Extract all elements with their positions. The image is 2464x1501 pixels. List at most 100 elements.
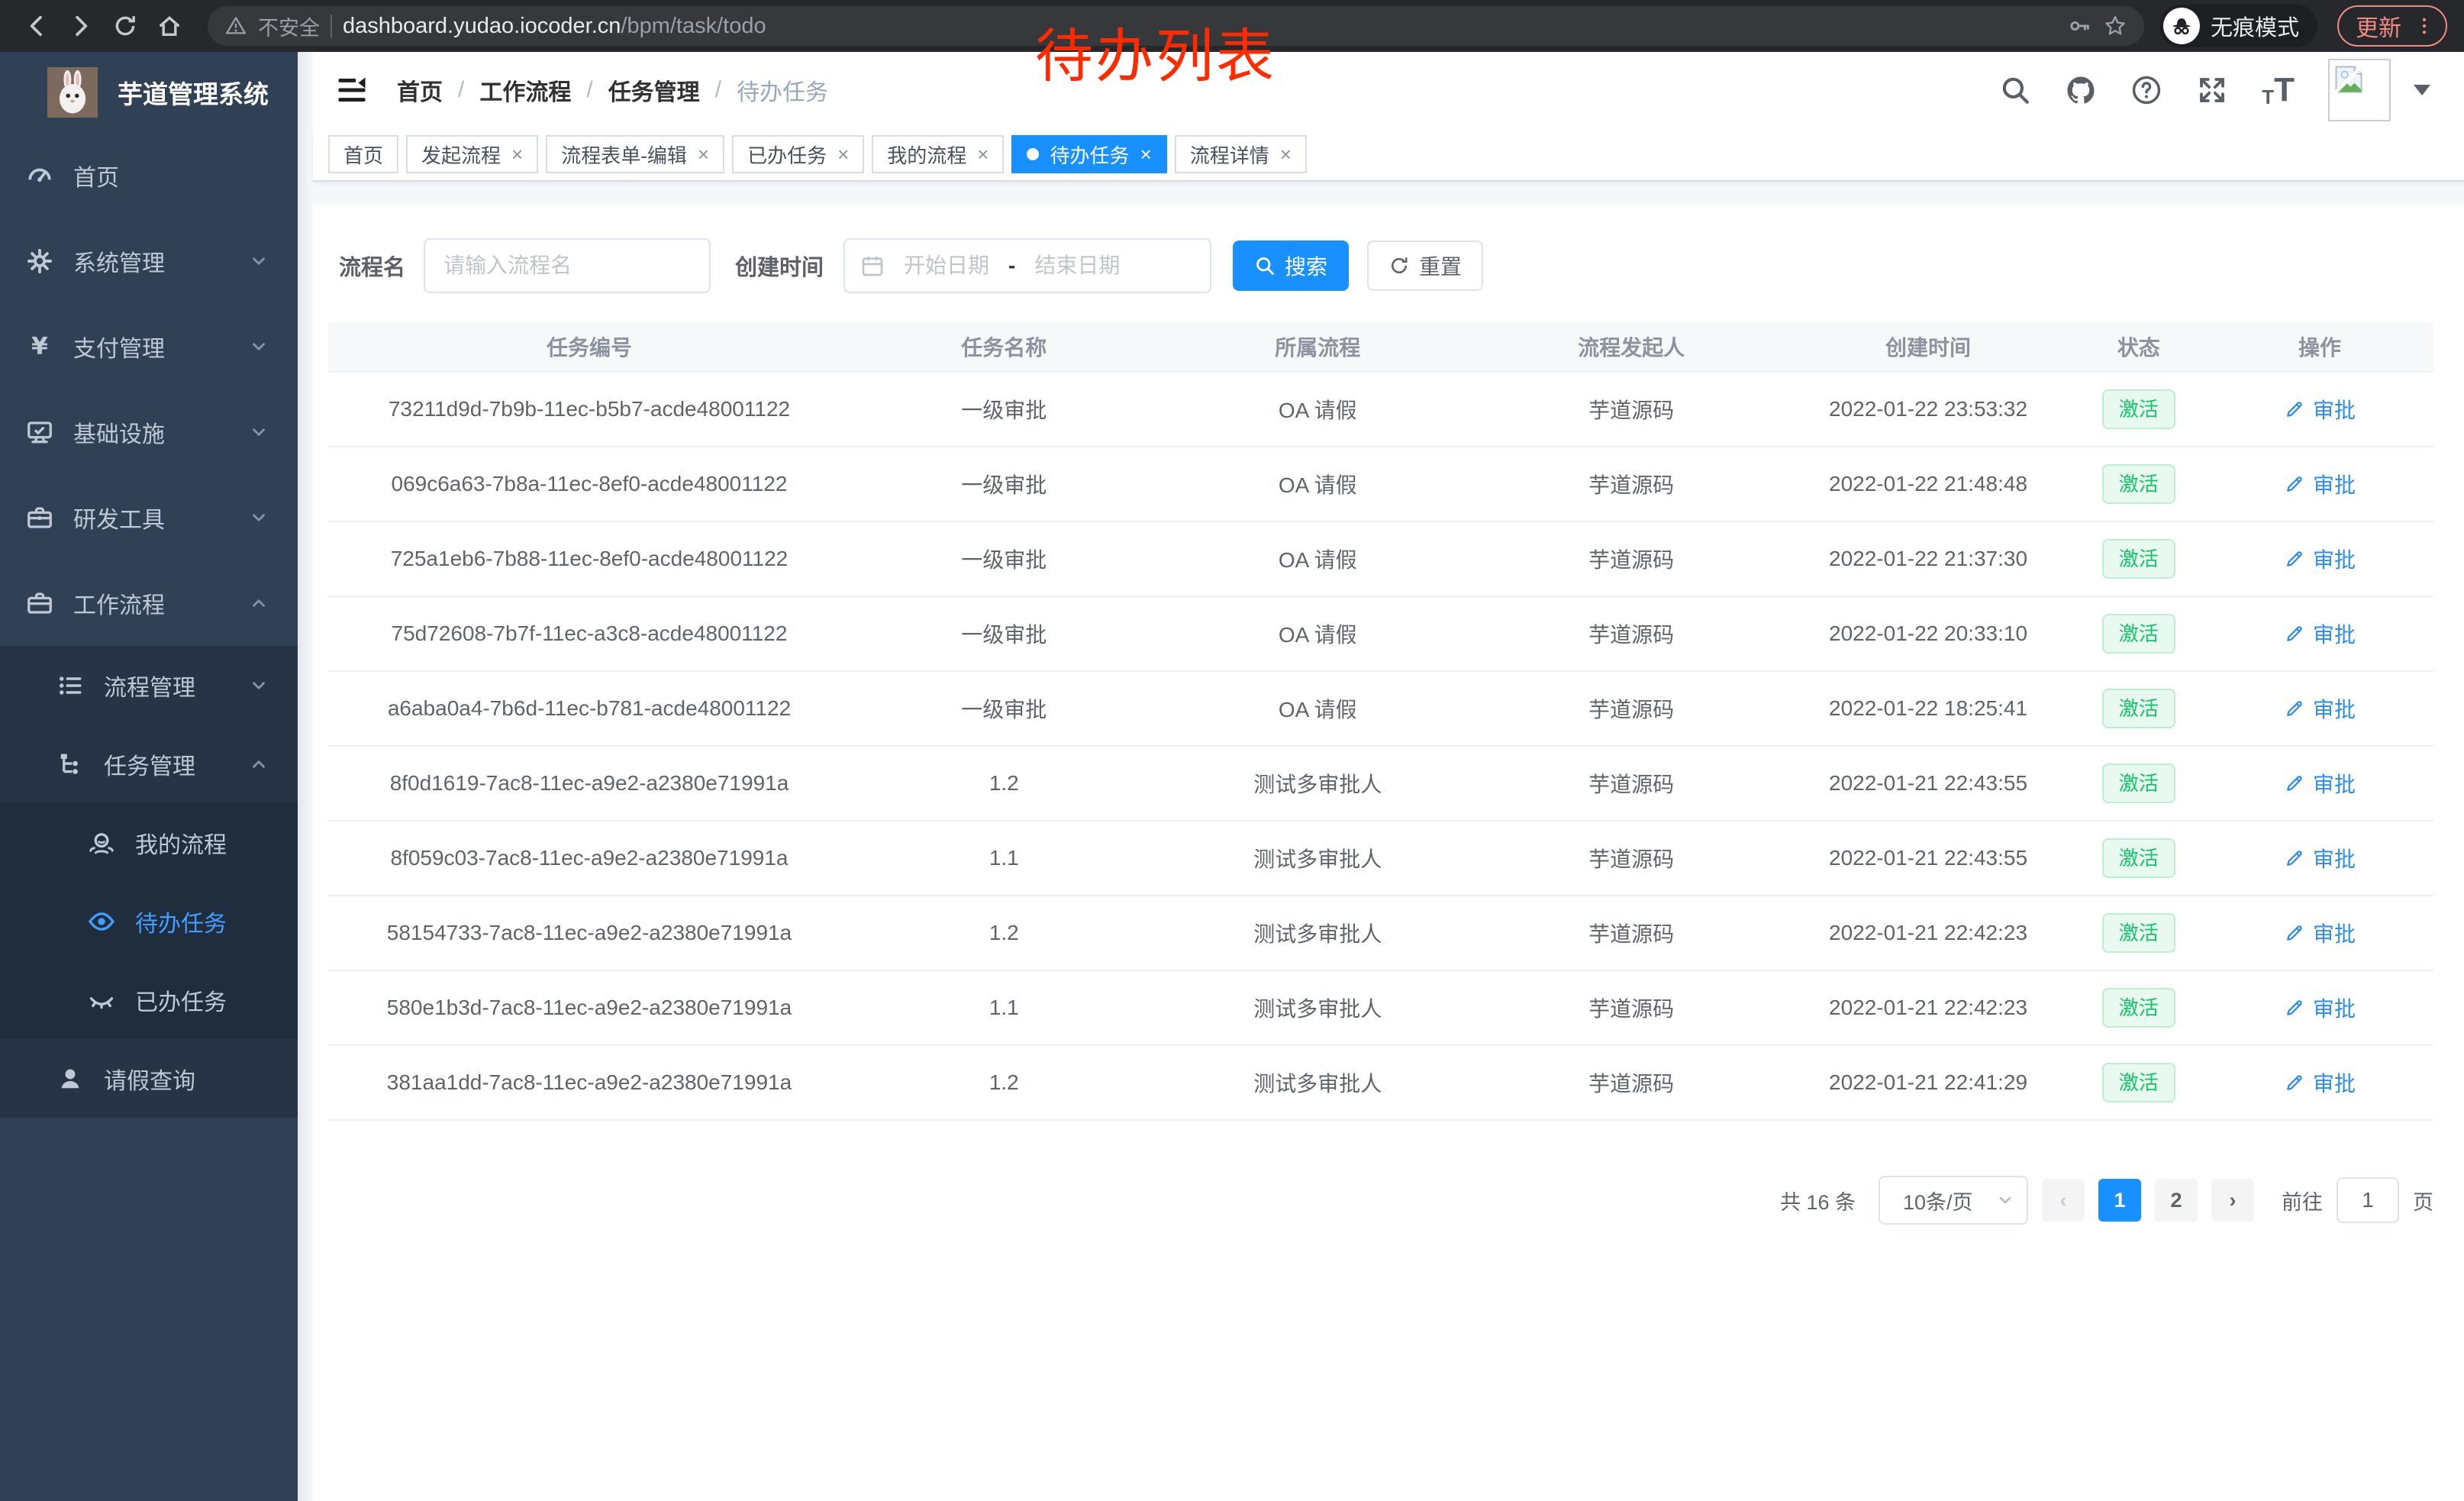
approve-button[interactable]: 审批: [2284, 843, 2356, 873]
cell-task-id: 73211d9d-7b9b-11ec-b5b7-acde48001122: [328, 397, 850, 421]
page-button-2[interactable]: 2: [2155, 1179, 2198, 1222]
font-size-icon[interactable]: TT: [2262, 73, 2295, 107]
collapse-sidebar-icon[interactable]: [336, 74, 368, 106]
active-tab-dot: [1027, 148, 1039, 160]
cell-process: 测试多审批人: [1158, 993, 1478, 1023]
pencil-icon: [2284, 773, 2305, 794]
close-icon[interactable]: ×: [837, 144, 849, 164]
fullscreen-icon[interactable]: [2196, 74, 2228, 106]
monitor-icon: [24, 418, 55, 446]
goto-page-input[interactable]: [2337, 1177, 2399, 1223]
date-range-picker[interactable]: -: [843, 238, 1211, 293]
app-logo[interactable]: 芋道管理系统: [0, 52, 298, 133]
tab-首页[interactable]: 首页: [328, 135, 398, 173]
close-icon[interactable]: ×: [511, 144, 523, 164]
approve-button[interactable]: 审批: [2284, 918, 2356, 948]
avatar[interactable]: [2328, 59, 2391, 121]
omnibox-divider: [331, 15, 332, 37]
search-icon: [1254, 255, 1276, 276]
approve-button[interactable]: 审批: [2284, 1067, 2356, 1098]
page-button-1[interactable]: 1: [2098, 1179, 2141, 1222]
end-date-input[interactable]: [1020, 253, 1134, 278]
chevron-up-icon: [249, 593, 269, 613]
github-icon[interactable]: [2065, 74, 2097, 106]
breadcrumb: 首页/工作流程/任务管理/待办任务: [397, 73, 828, 107]
password-key-icon[interactable]: [2068, 14, 2092, 38]
breadcrumb-item-0[interactable]: 首页: [397, 73, 443, 107]
sidebar-scrollbar[interactable]: [298, 52, 313, 1501]
tab-待办任务[interactable]: 待办任务×: [1011, 135, 1166, 173]
page-size-select[interactable]: 10条/页: [1879, 1176, 2028, 1225]
status-badge: 激活: [2102, 988, 2175, 1028]
column-header-2: 所属流程: [1158, 331, 1478, 362]
question-icon[interactable]: [2130, 74, 2162, 106]
process-name-input[interactable]: [424, 238, 711, 293]
browser-menu-dots-icon[interactable]: [2414, 15, 2435, 37]
reset-button[interactable]: 重置: [1367, 240, 1483, 291]
browser-update-button[interactable]: 更新: [2337, 5, 2447, 47]
cell-task-name: 1.2: [850, 771, 1158, 796]
approve-button[interactable]: 审批: [2284, 768, 2356, 799]
search-icon[interactable]: [1999, 74, 2031, 106]
close-icon[interactable]: ×: [1140, 144, 1152, 164]
approve-button[interactable]: 审批: [2284, 544, 2356, 574]
calendar-icon: [860, 253, 885, 278]
not-secure-warning-icon: [224, 15, 247, 37]
sidebar-item-我的流程[interactable]: 我的流程: [0, 803, 298, 882]
reload-button[interactable]: [105, 6, 145, 46]
approve-button[interactable]: 审批: [2284, 394, 2356, 424]
sidebar-item-流程管理[interactable]: 流程管理: [0, 646, 298, 725]
sidebar-item-已办任务[interactable]: 已办任务: [0, 960, 298, 1039]
approve-button[interactable]: 审批: [2284, 993, 2356, 1023]
chevron-up-icon: [249, 754, 269, 774]
sidebar-menu: 首页系统管理¥支付管理基础设施研发工具工作流程流程管理任务管理我的流程待办任务已…: [0, 133, 298, 1118]
close-icon[interactable]: ×: [977, 144, 989, 164]
start-date-input[interactable]: [889, 253, 1004, 278]
sidebar-item-首页[interactable]: 首页: [0, 133, 298, 218]
cell-task-id: 725a1eb6-7b88-11ec-8ef0-acde48001122: [328, 547, 850, 571]
sidebar-item-支付管理[interactable]: ¥支付管理: [0, 304, 298, 389]
sidebar-item-系统管理[interactable]: 系统管理: [0, 218, 298, 304]
breadcrumb-item-1[interactable]: 工作流程: [479, 73, 571, 107]
table-row: 8f0d1619-7ac8-11ec-a9e2-a2380e71991a1.2测…: [328, 747, 2433, 822]
sidebar-item-基础设施[interactable]: 基础设施: [0, 389, 298, 475]
goto-label: 前往: [2282, 1186, 2323, 1215]
tab-已办任务[interactable]: 已办任务×: [732, 135, 864, 173]
chevron-down-icon: [249, 422, 269, 442]
close-icon[interactable]: ×: [1280, 144, 1292, 164]
chevron-down-icon: [249, 251, 269, 271]
search-button[interactable]: 搜索: [1233, 240, 1349, 291]
bookmark-star-icon[interactable]: [2103, 14, 2127, 38]
cell-task-id: 069c6a63-7b8a-11ec-8ef0-acde48001122: [328, 472, 850, 496]
sidebar-item-研发工具[interactable]: 研发工具: [0, 475, 298, 560]
cell-task-name: 一级审批: [850, 544, 1158, 574]
next-page-button[interactable]: ›: [2211, 1179, 2254, 1222]
back-button[interactable]: [17, 6, 56, 46]
approve-button[interactable]: 审批: [2284, 693, 2356, 724]
chevron-down-icon: [249, 676, 269, 696]
cell-initiator: 芋道源码: [1478, 1067, 1785, 1098]
yen-icon: ¥: [24, 333, 55, 360]
forward-button[interactable]: [61, 6, 101, 46]
sidebar-item-请假查询[interactable]: 请假查询: [0, 1039, 298, 1118]
cell-process: 测试多审批人: [1158, 843, 1478, 873]
column-header-0: 任务编号: [328, 331, 850, 362]
close-icon[interactable]: ×: [698, 144, 709, 164]
tab-我的流程[interactable]: 我的流程×: [872, 135, 1004, 173]
avatar-caret-down-icon[interactable]: [2414, 85, 2430, 95]
url-bar[interactable]: 不安全 dashboard.yudao.iocoder.cn/bpm/task/…: [208, 6, 2144, 46]
tab-流程详情[interactable]: 流程详情×: [1175, 135, 1307, 173]
sidebar-item-工作流程[interactable]: 工作流程: [0, 560, 298, 646]
breadcrumb-item-2[interactable]: 任务管理: [608, 73, 700, 107]
tab-流程表单-编辑[interactable]: 流程表单-编辑×: [546, 135, 724, 173]
cell-initiator: 芋道源码: [1478, 768, 1785, 799]
home-button[interactable]: [150, 6, 189, 46]
approve-button[interactable]: 审批: [2284, 469, 2356, 499]
sidebar-item-待办任务[interactable]: 待办任务: [0, 882, 298, 960]
pencil-icon: [2284, 997, 2305, 1018]
sidebar-item-任务管理[interactable]: 任务管理: [0, 725, 298, 803]
prev-page-button[interactable]: ‹: [2042, 1179, 2085, 1222]
approve-button[interactable]: 审批: [2284, 618, 2356, 649]
cell-created-time: 2022-01-21 22:41:29: [1785, 1070, 2071, 1095]
tab-发起流程[interactable]: 发起流程×: [406, 135, 538, 173]
